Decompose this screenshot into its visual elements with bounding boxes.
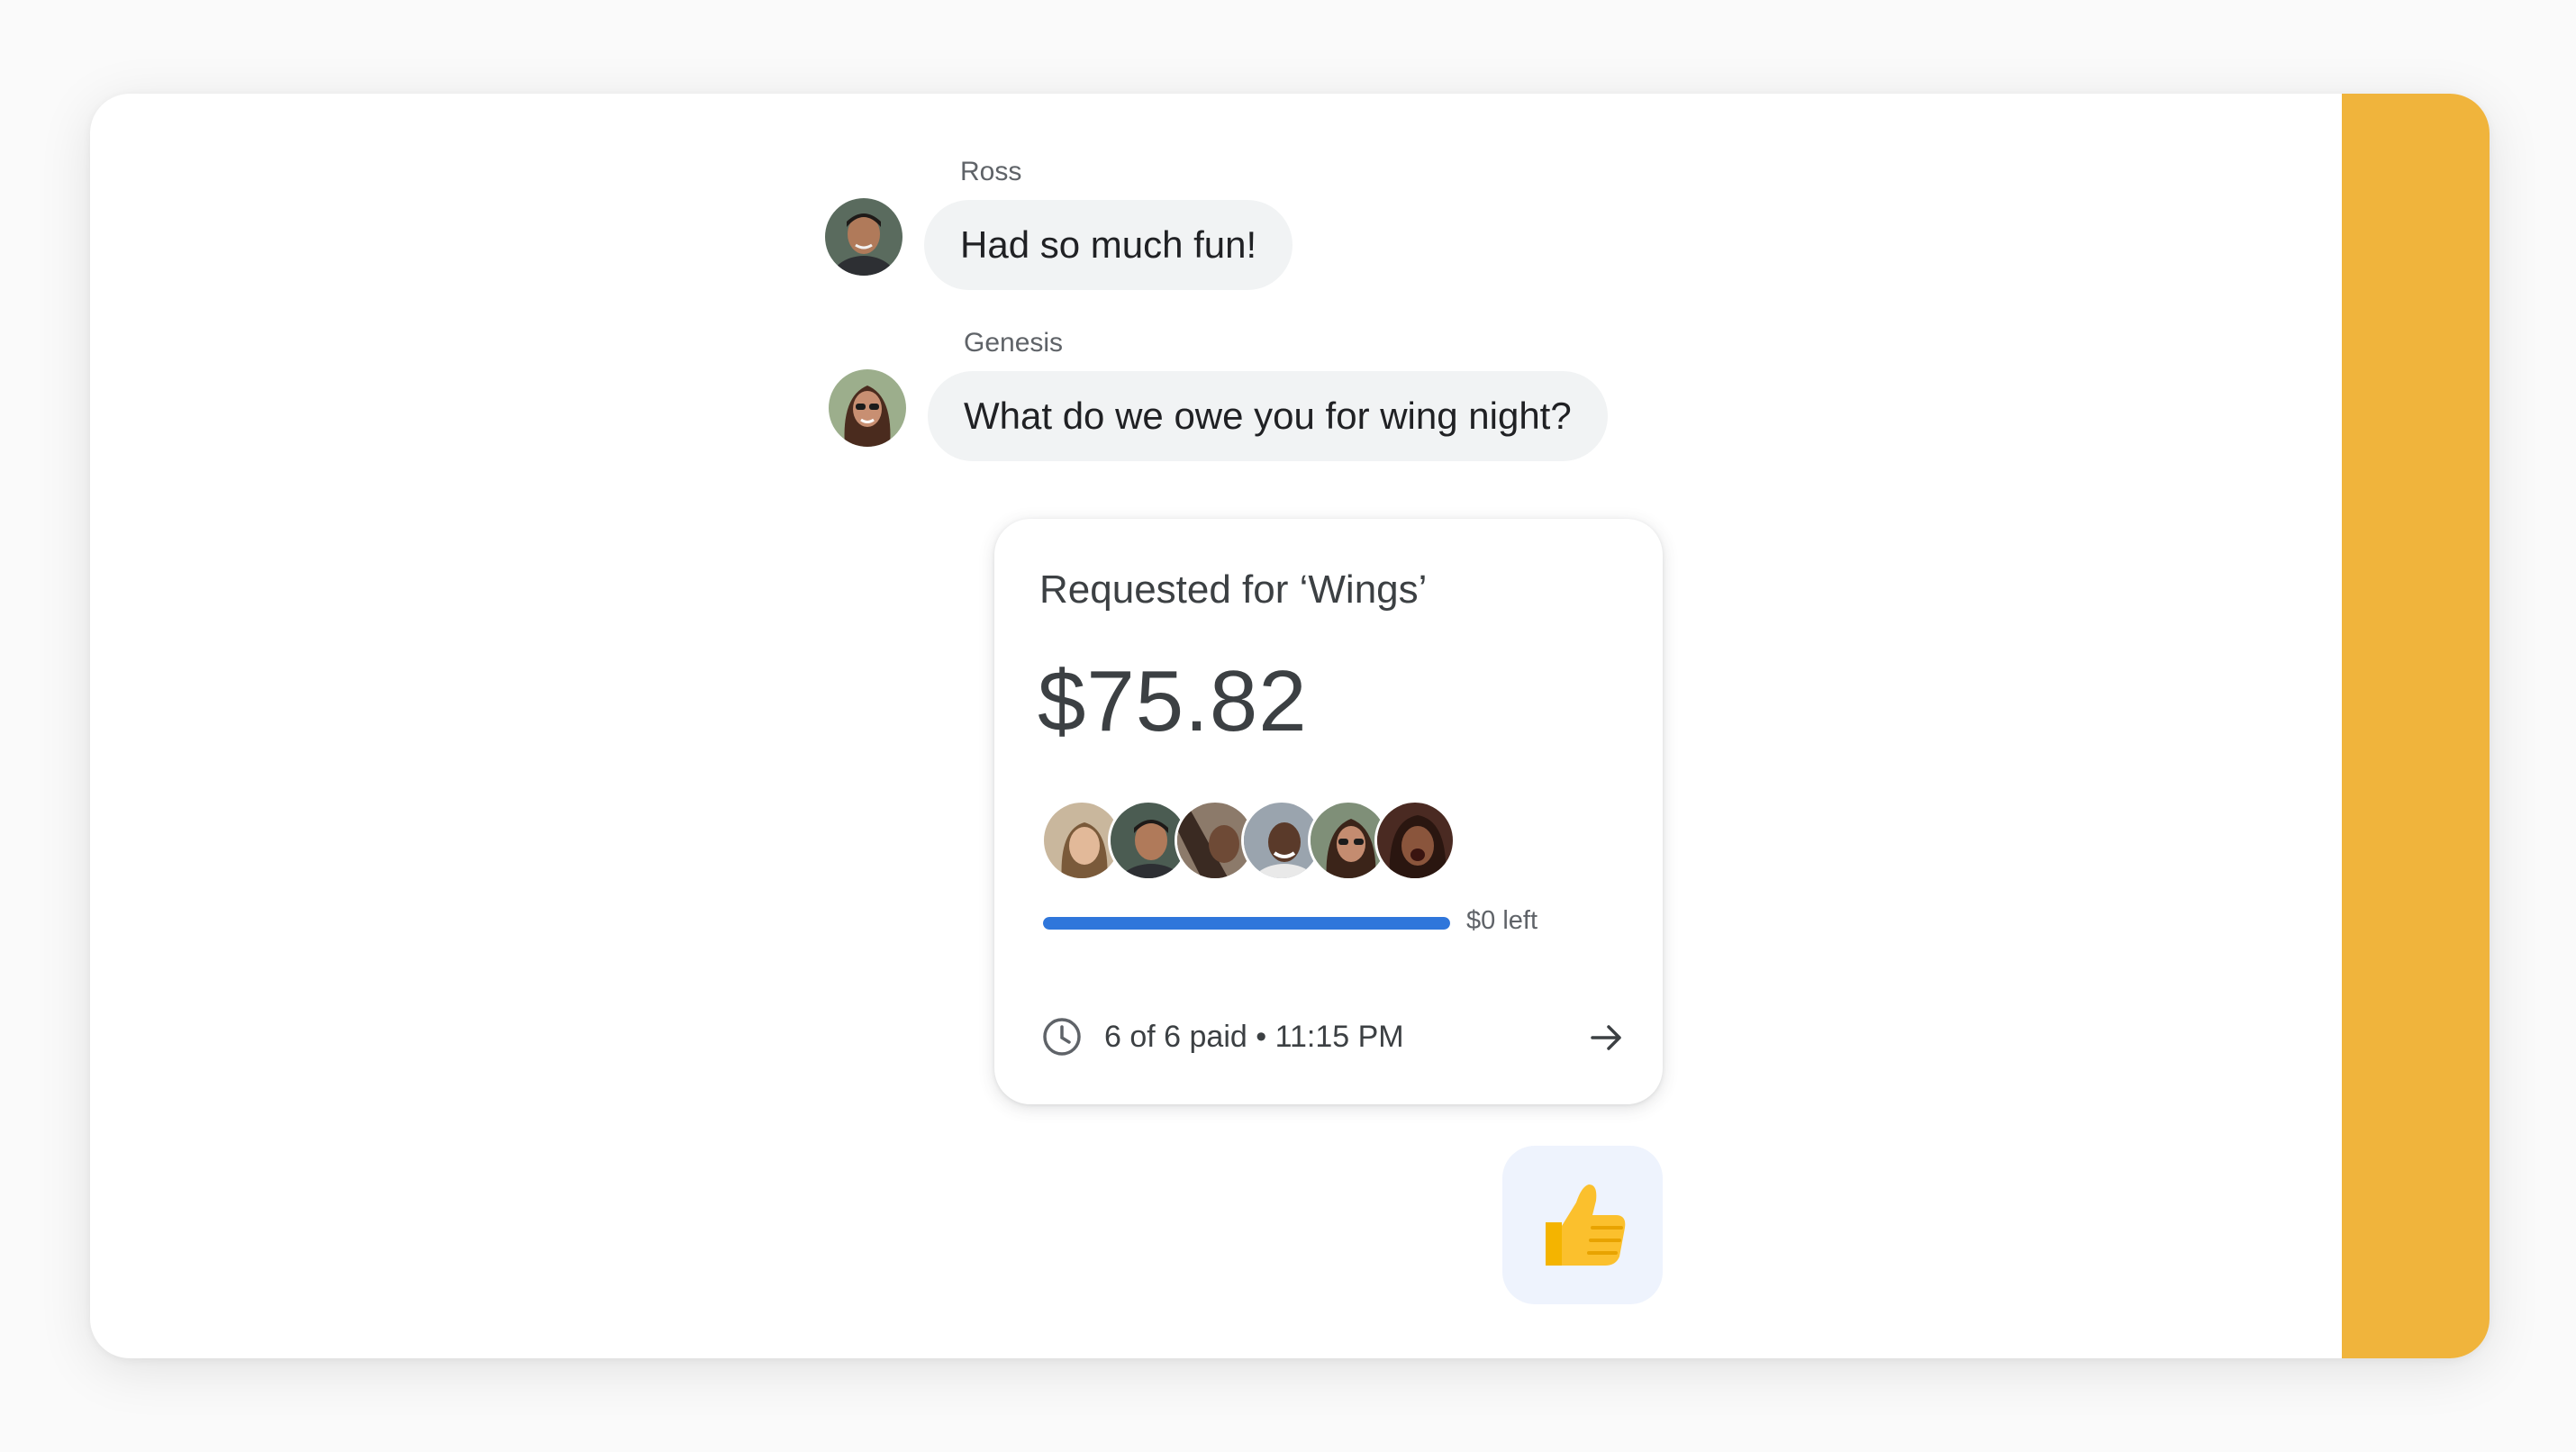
payment-status: 6 of 6 paid • 11:15 PM (1104, 1020, 1404, 1054)
clock-icon (1043, 1018, 1081, 1056)
sender-name: Genesis (964, 328, 1064, 358)
message-bubble[interactable]: Had so much fun! (924, 200, 1293, 290)
payment-progress-bar (1043, 917, 1450, 930)
progress-fill (1043, 917, 1450, 930)
payer-avatar (1374, 800, 1456, 881)
request-title: Requested for ‘Wings’ (1039, 567, 1428, 612)
sender-name: Ross (960, 157, 1022, 186)
arrow-right-icon[interactable] (1589, 1020, 1625, 1056)
thumbs-up-icon (1546, 1184, 1626, 1266)
payment-status-row[interactable]: 6 of 6 paid • 11:15 PM (1041, 1014, 1625, 1059)
accent-side-panel (2342, 94, 2490, 1358)
reaction-bubble[interactable] (1502, 1146, 1663, 1304)
payment-request-card[interactable]: Requested for ‘Wings’ $75.82 $0 left 6 o… (994, 519, 1663, 1104)
avatar-ross[interactable] (825, 198, 903, 276)
payer-avatars (1041, 800, 1456, 881)
message-bubble[interactable]: What do we owe you for wing night? (928, 371, 1608, 461)
chat-panel: Ross Had so much fun! Genesis What do we… (90, 94, 2490, 1358)
remaining-amount: $0 left (1466, 906, 1537, 935)
request-amount: $75.82 (1038, 653, 1308, 749)
avatar-genesis[interactable] (829, 369, 906, 447)
